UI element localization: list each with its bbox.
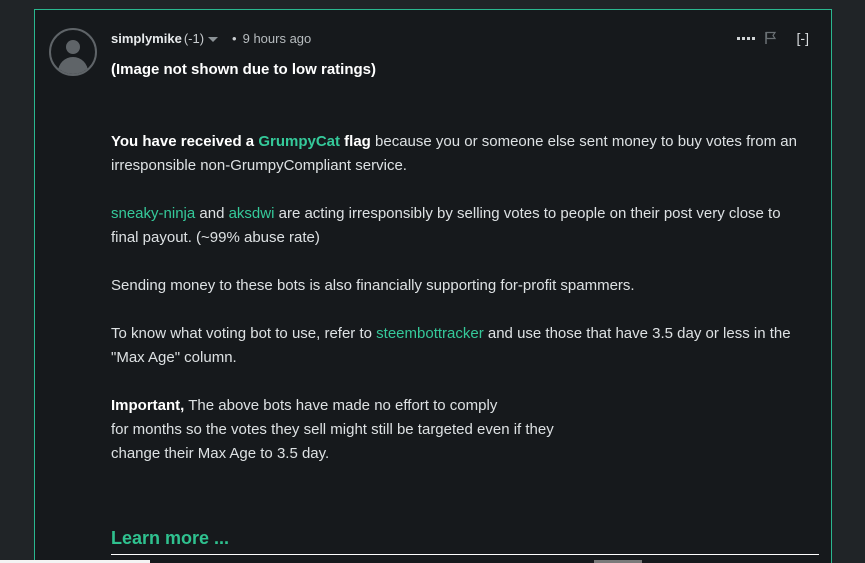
avatar-body [58, 57, 88, 74]
collapse-button[interactable]: [-] [797, 30, 809, 46]
grumpycat-link[interactable]: GrumpyCat [258, 133, 340, 150]
flag-icon[interactable] [764, 31, 777, 45]
important-label: Important, [111, 397, 185, 414]
separator-dot: • [232, 30, 237, 46]
page: simplymike (-1) • 9 hours ago [-] (Image… [0, 0, 865, 563]
comment-card: simplymike (-1) • 9 hours ago [-] (Image… [34, 9, 832, 563]
steembottracker-link[interactable]: steembottracker [376, 325, 484, 342]
sneaky-ninja-link[interactable]: sneaky-ninja [111, 205, 195, 222]
paragraph-bots: sneaky-ninja and aksdwi are acting irres… [111, 202, 811, 250]
comment-body: (Image not shown due to low ratings) You… [111, 58, 811, 490]
comment-actions: [-] [736, 28, 809, 48]
important-line-2: for months so the votes they sell might … [111, 421, 554, 438]
author-name[interactable]: simplymike [111, 31, 182, 46]
more-options-icon[interactable] [736, 36, 755, 40]
aksdwi-link[interactable]: aksdwi [229, 205, 275, 222]
timestamp[interactable]: 9 hours ago [243, 31, 312, 46]
important-line-1: The above bots have made no effort to co… [184, 397, 498, 414]
flag-word: flag [340, 133, 371, 150]
paragraph-steembottracker: To know what voting bot to use, refer to… [111, 322, 811, 370]
avatar-head [66, 40, 80, 54]
bots-and-text: and [195, 205, 229, 222]
paragraph-important: Important, The above bots have made no e… [111, 394, 811, 466]
author-reputation: (-1) [183, 30, 205, 46]
user-avatar-icon[interactable] [49, 28, 97, 76]
paragraph-flag-notice: You have received a GrumpyCat flag becau… [111, 130, 811, 178]
important-line-3: change their Max Age to 3.5 day. [111, 445, 330, 462]
image-hidden-notice: (Image not shown due to low ratings) [111, 61, 376, 78]
learn-more-link[interactable]: Learn more ... [111, 528, 229, 549]
chevron-down-icon[interactable] [208, 36, 219, 42]
tracker-prefix-text: To know what voting bot to use, refer to [111, 325, 377, 342]
divider [111, 554, 819, 555]
flag-prefix-text: You have received a [111, 133, 259, 150]
comment-header: simplymike (-1) • 9 hours ago [111, 28, 311, 48]
paragraph-spammers: Sending money to these bots is also fina… [111, 277, 635, 294]
